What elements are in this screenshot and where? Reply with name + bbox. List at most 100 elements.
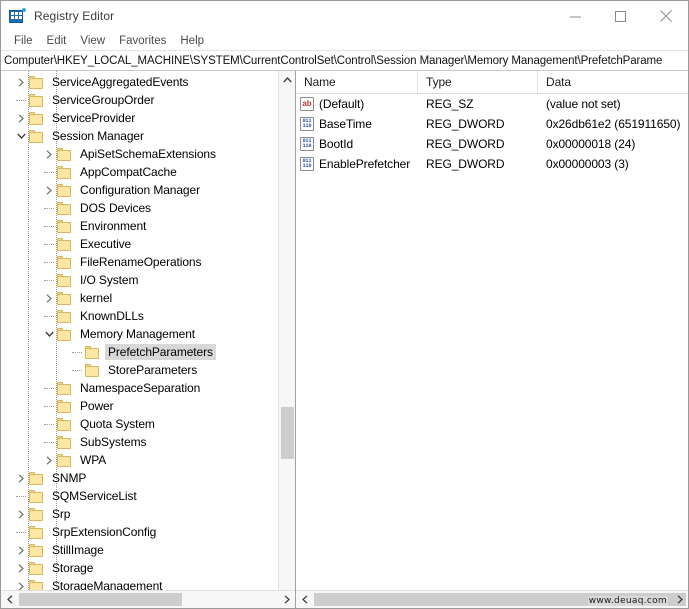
tree-item-executive[interactable]: Executive (1, 235, 295, 253)
tree-item-wpa[interactable]: WPA (1, 451, 295, 469)
folder-icon (57, 327, 72, 341)
value-name: BaseTime (319, 117, 372, 131)
scroll-left-icon[interactable] (1, 591, 18, 608)
tree-item-label: SrpExtensionConfig (52, 525, 157, 539)
folder-icon (57, 291, 72, 305)
menu-edit[interactable]: Edit (40, 32, 74, 50)
tree-item-i-o-system[interactable]: I/O System (1, 271, 295, 289)
tree-item-label: AppCompatCache (80, 165, 177, 179)
column-header-data[interactable]: Data (538, 71, 688, 93)
tree-item-snmp[interactable]: SNMP (1, 469, 295, 487)
tree-item-sqmservicelist[interactable]: SQMServiceList (1, 487, 295, 505)
tree-item-stillimage[interactable]: StillImage (1, 541, 295, 559)
minimize-button[interactable] (553, 1, 598, 31)
tree-item-serviceaggregatedevents[interactable]: ServiceAggregatedEvents (1, 73, 295, 91)
chevron-right-icon[interactable] (13, 505, 29, 523)
menu-favorites[interactable]: Favorites (112, 32, 173, 50)
folder-icon (29, 93, 44, 107)
tree-item-namespaceseparation[interactable]: NamespaceSeparation (1, 379, 295, 397)
tree-item-environment[interactable]: Environment (1, 217, 295, 235)
tree-item-prefetchparameters[interactable]: PrefetchParameters (1, 343, 295, 361)
tree-item-label: SubSystems (80, 435, 147, 449)
chevron-right-icon[interactable] (41, 145, 57, 163)
tree-item-storagemanagement[interactable]: StorageManagement (1, 577, 295, 590)
tree-item-label: Executive (80, 237, 132, 251)
tree-connector (13, 523, 29, 541)
tree-vertical-scrollbar[interactable] (278, 71, 295, 608)
menu-file[interactable]: File (7, 32, 40, 50)
tree-item-memory-management[interactable]: Memory Management (1, 325, 295, 343)
tree-item-label: NamespaceSeparation (80, 381, 201, 395)
scroll-left-icon[interactable] (296, 591, 313, 608)
scroll-up-icon[interactable] (279, 71, 296, 88)
chevron-right-icon[interactable] (41, 181, 57, 199)
menu-view[interactable]: View (73, 32, 112, 50)
chevron-down-icon[interactable] (13, 127, 29, 145)
tree-connector (69, 361, 85, 379)
tree-item-filerenameoperations[interactable]: FileRenameOperations (1, 253, 295, 271)
tree-item-dos-devices[interactable]: DOS Devices (1, 199, 295, 217)
folder-icon (29, 489, 44, 503)
scroll-right-icon[interactable] (278, 591, 295, 608)
tree-item-servicegrouporder[interactable]: ServiceGroupOrder (1, 91, 295, 109)
chevron-right-icon[interactable] (13, 73, 29, 91)
menu-help[interactable]: Help (173, 32, 211, 50)
tree-item-configuration-manager[interactable]: Configuration Manager (1, 181, 295, 199)
tree-item-label: ServiceAggregatedEvents (52, 75, 189, 89)
chevron-right-icon[interactable] (13, 109, 29, 127)
tree-item-label: I/O System (80, 273, 139, 287)
tree-horizontal-scrollbar[interactable] (1, 590, 295, 608)
folder-icon (85, 345, 100, 359)
tree-item-appcompatcache[interactable]: AppCompatCache (1, 163, 295, 181)
value-name: BootId (319, 137, 354, 151)
folder-icon (57, 399, 72, 413)
value-row[interactable]: 011 110 BootId REG_DWORD 0x00000018 (24) (296, 134, 688, 154)
tree-item-power[interactable]: Power (1, 397, 295, 415)
registry-tree-pane: ServiceAggregatedEvents ServiceGroupOrder… (1, 71, 296, 608)
chevron-right-icon[interactable] (13, 469, 29, 487)
tree-item-label: SNMP (52, 471, 87, 485)
chevron-right-icon[interactable] (41, 289, 57, 307)
value-row[interactable]: ab (Default) REG_SZ (value not set) (296, 94, 688, 114)
registry-path[interactable]: Computer\HKEY_LOCAL_MACHINE\SYSTEM\Curre… (1, 55, 662, 67)
chevron-down-icon[interactable] (41, 325, 57, 343)
tree-item-subsystems[interactable]: SubSystems (1, 433, 295, 451)
tree-item-label: DOS Devices (80, 201, 151, 215)
tree-item-label: Configuration Manager (80, 183, 200, 197)
value-row[interactable]: 011 110 EnablePrefetcher REG_DWORD 0x0000000… (296, 154, 688, 174)
tree-item-label: Environment (80, 219, 147, 233)
tree-scrollbar-thumb[interactable] (281, 407, 294, 459)
tree-item-knowndlls[interactable]: KnownDLLs (1, 307, 295, 325)
address-bar[interactable]: Computer\HKEY_LOCAL_MACHINE\SYSTEM\Curre… (1, 51, 688, 71)
maximize-button[interactable] (598, 1, 643, 31)
tree-item-srp[interactable]: Srp (1, 505, 295, 523)
chevron-right-icon[interactable] (41, 451, 57, 469)
tree-item-session-manager[interactable]: Session Manager (1, 127, 295, 145)
registry-values-viewport: ab (Default) REG_SZ (value not set) 011 110 Ba… (296, 94, 688, 590)
folder-icon (29, 525, 44, 539)
tree-item-quota-system[interactable]: Quota System (1, 415, 295, 433)
column-header-name[interactable]: Name (296, 71, 418, 93)
tree-item-label: FileRenameOperations (80, 255, 202, 269)
title-bar: Registry Editor (1, 1, 688, 31)
chevron-right-icon[interactable] (13, 577, 29, 590)
value-name-cell: 011 110 BaseTime (296, 117, 418, 131)
tree-item-kernel[interactable]: kernel (1, 289, 295, 307)
scroll-right-icon[interactable] (671, 591, 688, 608)
column-header-type[interactable]: Type (418, 71, 538, 93)
tree-item-label: KnownDLLs (80, 309, 144, 323)
tree-connector (41, 163, 57, 181)
close-button[interactable] (643, 1, 688, 31)
tree-item-serviceprovider[interactable]: ServiceProvider (1, 109, 295, 127)
tree-item-storeparameters[interactable]: StoreParameters (1, 361, 295, 379)
tree-hscrollbar-thumb[interactable] (19, 593, 182, 606)
chevron-right-icon[interactable] (13, 559, 29, 577)
dword-value-icon: 011 110 (300, 137, 314, 151)
tree-item-storage[interactable]: Storage (1, 559, 295, 577)
site-watermark: www.deuaq.com (587, 596, 668, 606)
folder-icon (57, 201, 72, 215)
chevron-right-icon[interactable] (13, 541, 29, 559)
tree-item-srpextensionconfig[interactable]: SrpExtensionConfig (1, 523, 295, 541)
tree-item-apisetschemaextensions[interactable]: ApiSetSchemaExtensions (1, 145, 295, 163)
value-row[interactable]: 011 110 BaseTime REG_DWORD 0x26db61e2 (65191… (296, 114, 688, 134)
